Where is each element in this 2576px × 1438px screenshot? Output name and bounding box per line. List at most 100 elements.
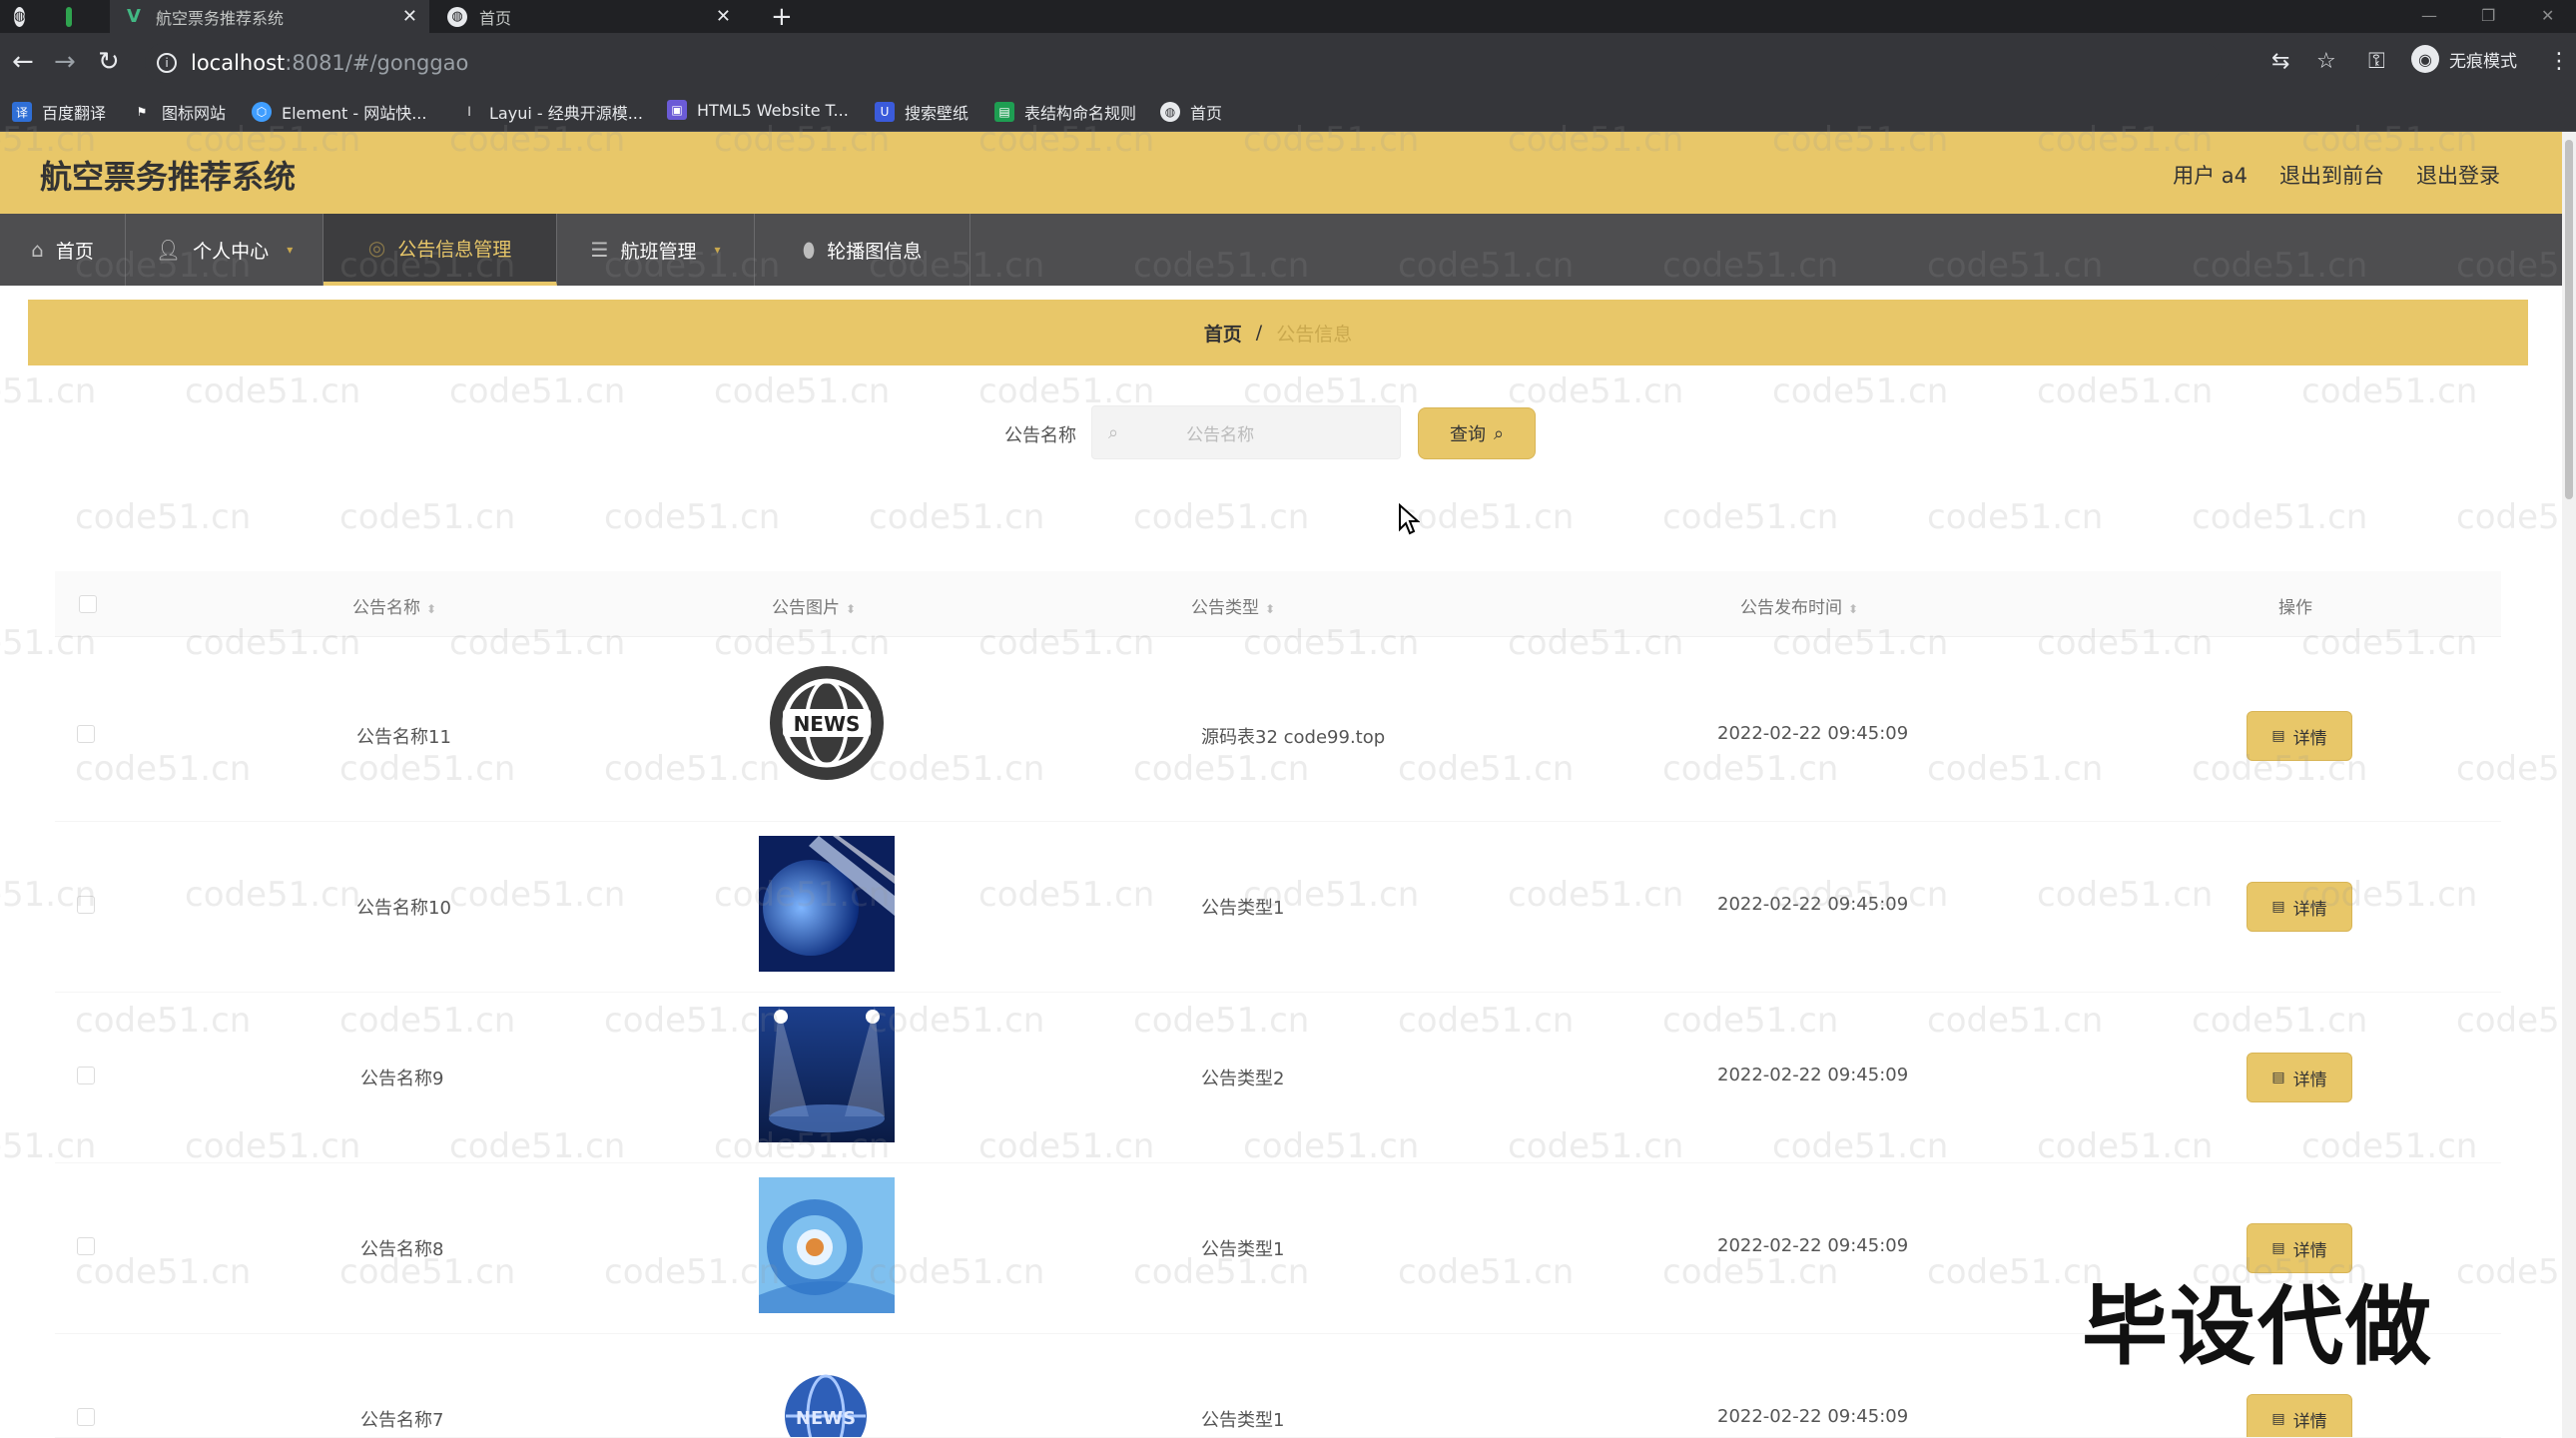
blue-news-swirl-image xyxy=(759,1177,895,1313)
notice-publish-time: 2022-02-22 09:45:09 xyxy=(1717,894,1909,915)
bookmark-item[interactable]: ⅼ Layui - 经典开源模... xyxy=(459,100,643,124)
maximize-icon[interactable]: ❐ xyxy=(2481,6,2495,25)
notice-name: 公告名称7 xyxy=(360,1410,444,1431)
column-header-name[interactable]: 公告名称 ⬍ xyxy=(352,593,436,618)
sheet-icon: ▤ xyxy=(994,102,1014,122)
watermark-text: code51.cn xyxy=(714,371,891,411)
home-icon: ⌂ xyxy=(31,238,44,262)
row-checkbox[interactable] xyxy=(77,1237,95,1255)
menu-item-flight-management[interactable]: ☰ 航班管理 ▾ xyxy=(557,214,755,286)
search-placeholder: 公告名称 xyxy=(1186,424,1255,445)
chevron-down-icon: ▾ xyxy=(287,243,294,257)
browser-menu-icon[interactable]: ⋮ xyxy=(2548,49,2570,74)
row-checkbox[interactable] xyxy=(77,725,95,743)
reload-icon[interactable]: ↻ xyxy=(98,47,120,77)
select-all-checkbox[interactable] xyxy=(79,595,97,613)
browser-tab-strip: ◍ V 航空票务推荐系统 ✕ ◍ 首页 ✕ + — ❐ ✕ xyxy=(0,0,2576,33)
detail-button[interactable]: ▤ 详情 xyxy=(2247,1394,2352,1437)
forward-icon[interactable]: → xyxy=(54,47,76,77)
close-tab-icon[interactable]: ✕ xyxy=(716,6,731,27)
back-to-front-link[interactable]: 退出到前台 xyxy=(2279,160,2384,190)
document-icon: ▤ xyxy=(2271,1070,2285,1085)
column-header-time[interactable]: 公告发布时间 ⬍ xyxy=(1740,593,1858,618)
column-header-image[interactable]: 公告图片 ⬍ xyxy=(772,593,856,618)
notice-type: 源码表32 code99.top xyxy=(1201,727,1386,748)
bookmark-item[interactable]: 译百度翻译 xyxy=(12,100,106,124)
blue-globe-image xyxy=(759,836,895,972)
address-bar[interactable]: i localhost:8081/#/gonggao xyxy=(145,43,2222,83)
breadcrumb-current: 公告信息 xyxy=(1276,323,1353,346)
bookmark-item[interactable]: ▣ HTML5 Website T... xyxy=(667,100,849,120)
row-checkbox[interactable] xyxy=(77,1067,95,1084)
svg-text:NEWS: NEWS xyxy=(796,1408,856,1429)
globe-icon: ◍ xyxy=(1160,102,1180,122)
key-icon[interactable]: ⚿ xyxy=(2368,49,2385,74)
notice-name: 公告名称9 xyxy=(360,1069,444,1089)
bookmark-item[interactable]: ▤ 表结构命名规则 xyxy=(994,100,1136,124)
document-icon: ▤ xyxy=(2271,899,2285,915)
site-info-icon[interactable]: i xyxy=(157,53,177,73)
row-checkbox[interactable] xyxy=(77,1408,95,1426)
menu-item-home[interactable]: ⌂ 首页 xyxy=(0,214,126,286)
flag-icon: ⚑ xyxy=(136,105,148,119)
bookmark-item[interactable]: ◍ 首页 xyxy=(1160,100,1222,124)
minimize-icon[interactable]: — xyxy=(2421,6,2437,25)
incognito-label: 无痕模式 xyxy=(2449,51,2517,72)
notice-type: 公告类型2 xyxy=(1201,1069,1285,1089)
menu-label: 个人中心 xyxy=(193,240,270,263)
sort-icon[interactable]: ⬍ xyxy=(1265,602,1275,616)
bookmark-item[interactable]: ⚑ 图标网站 xyxy=(132,100,226,124)
tab-title: 航空票务推荐系统 xyxy=(156,8,285,28)
promo-overlay-text: 毕设代做 xyxy=(2082,1277,2433,1377)
back-icon[interactable]: ← xyxy=(12,47,34,77)
detail-label: 详情 xyxy=(2292,899,2327,920)
table-row: 公告名称9 公告类型2 2022-02-22 09:45:09 ▤ 详情 xyxy=(55,993,2501,1163)
breadcrumb-home[interactable]: 首页 xyxy=(1204,320,1242,347)
notice-name: 公告名称11 xyxy=(356,727,451,748)
sort-icon[interactable]: ⬍ xyxy=(1848,602,1858,616)
menu-item-carousel-info[interactable]: ⬮ 轮播图信息 xyxy=(755,214,970,286)
watermark-text: code51.cn xyxy=(1508,371,1684,411)
document-icon: ▤ xyxy=(2271,1411,2285,1427)
bookmark-label: 百度翻译 xyxy=(42,104,107,123)
sort-icon[interactable]: ⬍ xyxy=(426,602,436,616)
watermark-text: code51.cn xyxy=(604,497,781,537)
search-button[interactable]: 查询 ⌕ xyxy=(1418,407,1536,459)
menu-item-personal-center[interactable]: 👤︎ 个人中心 ▾ xyxy=(126,214,323,286)
app-favicon-icon xyxy=(66,0,84,33)
detail-button[interactable]: ▤ 详情 xyxy=(2247,882,2352,932)
incognito-indicator[interactable]: ◉ 无痕模式 xyxy=(2411,45,2517,73)
bookmark-label: 首页 xyxy=(1190,104,1223,123)
page-scrollbar[interactable] xyxy=(2562,132,2576,1438)
window-close-icon[interactable]: ✕ xyxy=(2541,6,2554,25)
browser-tab-active[interactable]: V 航空票务推荐系统 ✕ xyxy=(110,0,429,33)
translate-icon[interactable]: ⇆ xyxy=(2271,49,2289,74)
header-label: 公告名称 xyxy=(352,598,420,618)
bookmark-star-icon[interactable]: ☆ xyxy=(2316,49,2336,74)
notice-publish-time: 2022-02-22 09:45:09 xyxy=(1717,1235,1909,1256)
notice-type: 公告类型1 xyxy=(1201,1410,1285,1431)
sort-icon[interactable]: ⬍ xyxy=(846,602,856,616)
bookmark-item[interactable]: U 搜索壁纸 xyxy=(875,100,968,124)
notice-name-search-input[interactable]: ⌕ 公告名称 xyxy=(1091,405,1401,459)
close-tab-icon[interactable]: ✕ xyxy=(402,6,417,27)
notice-publish-time: 2022-02-22 09:45:09 xyxy=(1717,1406,1909,1427)
logout-link[interactable]: 退出登录 xyxy=(2416,160,2500,190)
menu-item-notice-management[interactable]: ◎ 公告信息管理 xyxy=(323,214,557,286)
detail-button[interactable]: ▤ 详情 xyxy=(2247,711,2352,761)
image-icon: ⬮ xyxy=(802,238,816,262)
app-header: 航空票务推荐系统 用户 a4 退出到前台 退出登录 xyxy=(0,132,2562,214)
column-header-type[interactable]: 公告类型 ⬍ xyxy=(1191,593,1275,618)
browser-tab[interactable]: ◍ 首页 ✕ xyxy=(439,0,739,33)
bookmark-item[interactable]: ⬡ Element - 网站快... xyxy=(252,100,426,124)
bookmarks-bar: 译百度翻译 ⚑ 图标网站 ⬡ Element - 网站快... ⅼ Layui - 经… xyxy=(0,92,2576,132)
scrollbar-thumb[interactable] xyxy=(2565,140,2573,499)
mouse-cursor-icon xyxy=(1399,503,1420,535)
detail-button[interactable]: ▤ 详情 xyxy=(2247,1053,2352,1102)
bookmark-label: 搜索壁纸 xyxy=(905,104,969,123)
search-label: 公告名称 xyxy=(1004,425,1076,446)
new-tab-icon[interactable]: + xyxy=(771,0,793,33)
menu-label: 轮播图信息 xyxy=(827,240,923,263)
row-checkbox[interactable] xyxy=(77,896,95,914)
url-path: :8081/#/gonggao xyxy=(285,51,469,75)
